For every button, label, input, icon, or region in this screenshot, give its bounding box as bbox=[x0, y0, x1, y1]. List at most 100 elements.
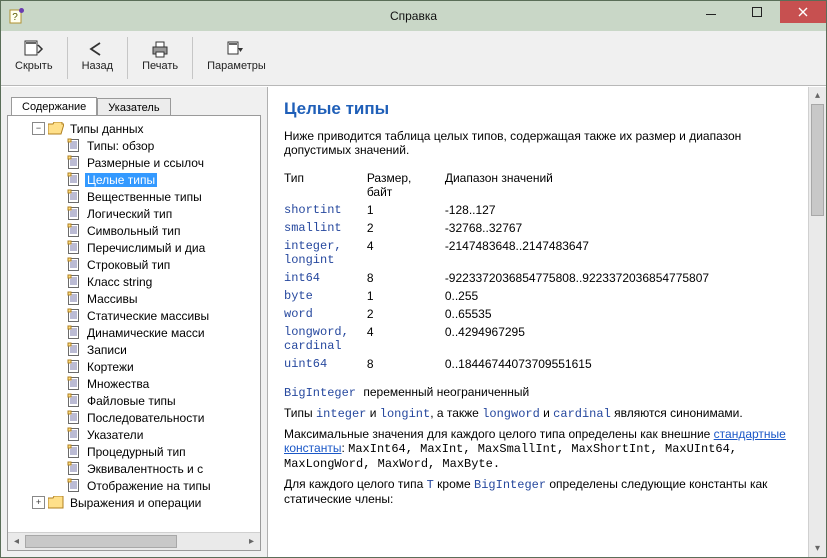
hide-nav-button[interactable]: Скрыть bbox=[5, 35, 63, 76]
tree-item[interactable]: Множества bbox=[48, 375, 260, 392]
cell-size: 8 bbox=[367, 269, 445, 287]
tree-folder-types[interactable]: −Типы данных bbox=[28, 120, 260, 137]
tree-item[interactable]: Последовательности bbox=[48, 409, 260, 426]
scroll-thumb[interactable] bbox=[811, 104, 824, 216]
cell-type: shortint bbox=[284, 201, 367, 219]
tree-item[interactable]: Файловые типы bbox=[48, 392, 260, 409]
page-icon bbox=[66, 325, 81, 340]
type-name: longint bbox=[380, 407, 430, 421]
tree-item-label: Указатели bbox=[85, 428, 145, 442]
tool-label: Назад bbox=[82, 60, 114, 72]
tab-contents[interactable]: Содержание bbox=[11, 97, 97, 115]
tree-item[interactable]: Целые типы bbox=[48, 171, 260, 188]
table-row: shortint1-128..127 bbox=[284, 201, 727, 219]
biginteger-row: BigInteger переменный неограниченный bbox=[284, 385, 792, 400]
tree-item[interactable]: Класс string bbox=[48, 273, 260, 290]
col-size: Размер, байт bbox=[367, 169, 445, 201]
tree-item-label: Последовательности bbox=[85, 411, 206, 425]
page-icon bbox=[66, 478, 81, 493]
tree-item-label: Символьный тип bbox=[85, 224, 183, 238]
cell-range: -2147483648..2147483647 bbox=[445, 237, 727, 269]
options-button[interactable]: Параметры bbox=[197, 35, 276, 76]
tree-item-label: Статические массивы bbox=[85, 309, 211, 323]
minimize-button[interactable] bbox=[688, 1, 734, 23]
cell-range: 0..4294967295 bbox=[445, 323, 727, 355]
tree-item[interactable]: Символьный тип bbox=[48, 222, 260, 239]
hide-icon bbox=[23, 38, 45, 60]
type-name: longword bbox=[482, 407, 540, 421]
text: и bbox=[540, 406, 553, 420]
tree-item[interactable]: Отображение на типы bbox=[48, 477, 260, 494]
page-icon bbox=[66, 138, 81, 153]
table-row: uint6480..18446744073709551615 bbox=[284, 355, 727, 373]
help-icon: ? bbox=[9, 8, 25, 24]
tree-item-label: Процедурный тип bbox=[85, 445, 188, 459]
tree-item[interactable]: Статические массивы bbox=[48, 307, 260, 324]
close-button[interactable] bbox=[780, 1, 826, 23]
tree-toggle-icon[interactable]: + bbox=[32, 496, 45, 509]
tree-item-label: Класс string bbox=[85, 275, 154, 289]
page-icon bbox=[66, 393, 81, 408]
tree-item-label: Множества bbox=[85, 377, 151, 391]
constants-list: MaxInt64, MaxInt, MaxSmallInt, MaxShortI… bbox=[284, 442, 737, 471]
tree-item-label: Целые типы bbox=[85, 173, 157, 187]
page-icon bbox=[66, 274, 81, 289]
tree-item[interactable]: Типы: обзор bbox=[48, 137, 260, 154]
tree-item[interactable]: Строковый тип bbox=[48, 256, 260, 273]
scroll-down-icon[interactable]: ▾ bbox=[809, 540, 826, 557]
tree-item[interactable]: Перечислимый и диа bbox=[48, 239, 260, 256]
text: Для каждого целого типа bbox=[284, 477, 427, 491]
titlebar: ? Справка bbox=[1, 1, 826, 31]
tree-item[interactable]: Указатели bbox=[48, 426, 260, 443]
maximize-button[interactable] bbox=[734, 1, 780, 23]
tree-item-label: Логический тип bbox=[85, 207, 174, 221]
folder-open-icon bbox=[48, 122, 64, 135]
text: Типы bbox=[284, 406, 316, 420]
options-icon bbox=[225, 38, 247, 60]
cell-range: 0..255 bbox=[445, 287, 727, 305]
toc-tree[interactable]: −Типы данныхТипы: обзорРазмерные и ссыло… bbox=[8, 116, 260, 533]
toc-tree-container: −Типы данныхТипы: обзорРазмерные и ссыло… bbox=[7, 115, 261, 551]
tab-index[interactable]: Указатель bbox=[97, 98, 170, 116]
print-button[interactable]: Печать bbox=[132, 35, 188, 76]
table-row: integer,longint4-2147483648..2147483647 bbox=[284, 237, 727, 269]
tree-item-label: Перечислимый и диа bbox=[85, 241, 207, 255]
page-icon bbox=[66, 172, 81, 187]
separator bbox=[192, 37, 193, 79]
navigation-pane: Содержание Указатель −Типы данныхТипы: о… bbox=[1, 87, 268, 557]
cell-size: 2 bbox=[367, 305, 445, 323]
tree-item[interactable]: Размерные и ссылоч bbox=[48, 154, 260, 171]
table-row: int648-9223372036854775808..922337203685… bbox=[284, 269, 727, 287]
tree-item[interactable]: Динамические масси bbox=[48, 324, 260, 341]
tree-item[interactable]: Логический тип bbox=[48, 205, 260, 222]
scroll-up-icon[interactable]: ▴ bbox=[809, 87, 826, 104]
tree-item-label: Файловые типы bbox=[85, 394, 178, 408]
tree-folder-expressions[interactable]: +Выражения и операции bbox=[28, 494, 260, 511]
vertical-scrollbar[interactable]: ▴ ▾ bbox=[808, 87, 826, 557]
max-constants-paragraph: Максимальные значения для каждого целого… bbox=[284, 427, 792, 471]
separator bbox=[67, 37, 68, 79]
intro-text: Ниже приводится таблица целых типов, сод… bbox=[284, 129, 792, 157]
tree-toggle-icon[interactable]: − bbox=[32, 122, 45, 135]
cell-range: -32768..32767 bbox=[445, 219, 727, 237]
tree-item[interactable]: Вещественные типы bbox=[48, 188, 260, 205]
scroll-left-icon[interactable]: ◂ bbox=[8, 533, 25, 550]
page-icon bbox=[66, 308, 81, 323]
tree-item[interactable]: Процедурный тип bbox=[48, 443, 260, 460]
tree-item[interactable]: Записи bbox=[48, 341, 260, 358]
back-button[interactable]: Назад bbox=[72, 35, 124, 76]
tree-item-label: Строковый тип bbox=[85, 258, 172, 272]
horizontal-scrollbar[interactable]: ◂ ▸ bbox=[8, 532, 260, 550]
folder-icon bbox=[48, 496, 64, 509]
cell-size: 1 bbox=[367, 287, 445, 305]
page-title: Целые типы bbox=[284, 99, 792, 119]
cell-range: -128..127 bbox=[445, 201, 727, 219]
tree-item[interactable]: Кортежи bbox=[48, 358, 260, 375]
scroll-right-icon[interactable]: ▸ bbox=[243, 533, 260, 550]
tree-item[interactable]: Эквивалентность и с bbox=[48, 460, 260, 477]
scroll-thumb[interactable] bbox=[25, 535, 177, 548]
cell-type: word bbox=[284, 305, 367, 323]
table-row: word20..65535 bbox=[284, 305, 727, 323]
tree-item-label: Массивы bbox=[85, 292, 140, 306]
tree-item[interactable]: Массивы bbox=[48, 290, 260, 307]
